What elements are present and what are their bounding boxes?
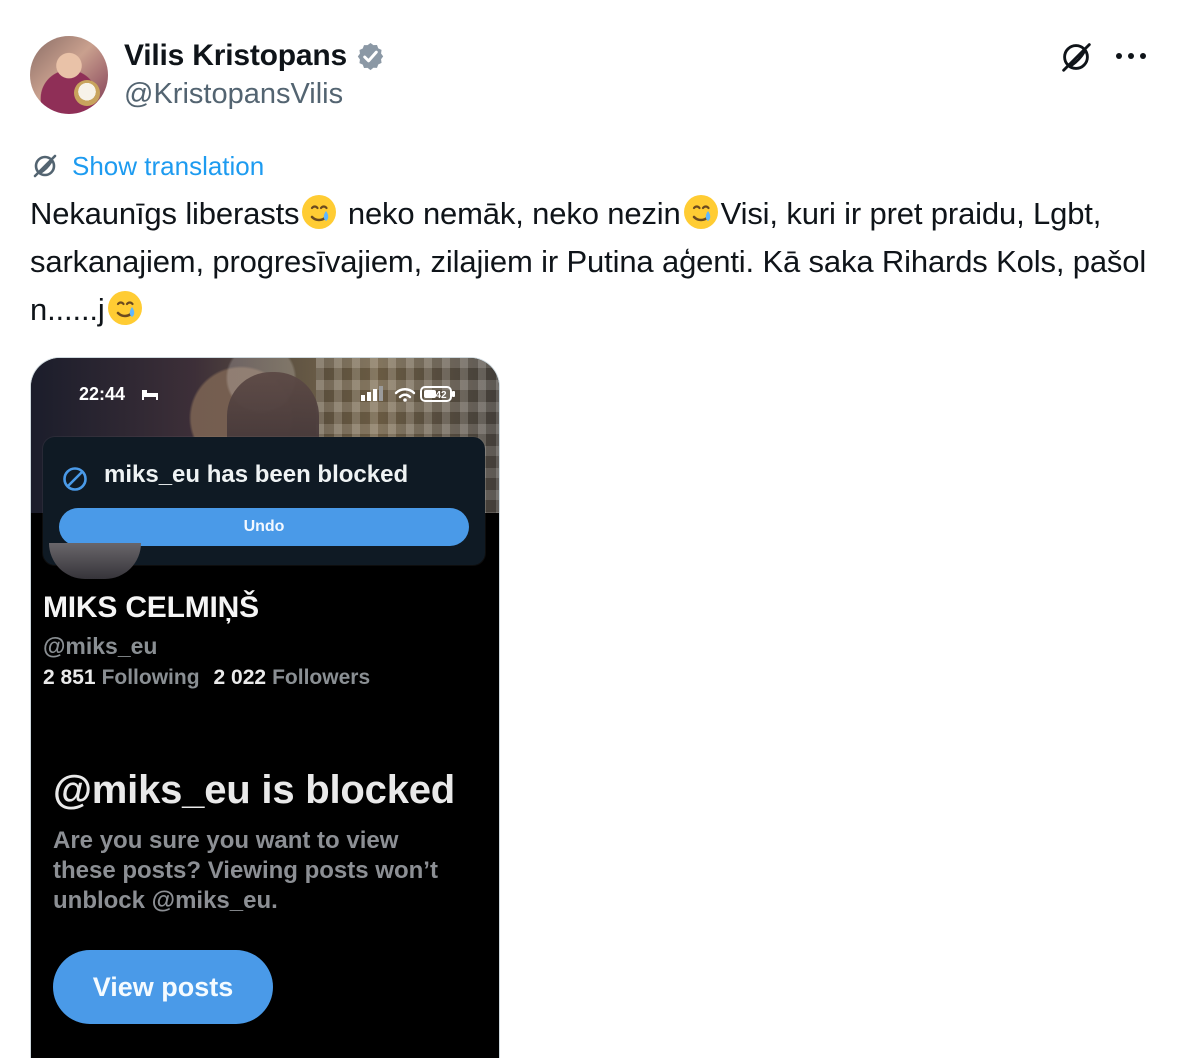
status-time: 22:44	[79, 384, 126, 404]
view-posts-button[interactable]: View posts	[53, 950, 273, 1024]
following-count: 2 851	[43, 666, 96, 689]
followers-count: 2 022	[213, 666, 267, 689]
status-icons: 42	[361, 386, 455, 402]
block-icon	[63, 467, 87, 491]
author-avatar[interactable]	[30, 36, 108, 114]
post-image-screenshot[interactable]: 22:44 42 miks_eu has been blocked Undo M…	[30, 357, 500, 1058]
undo-button[interactable]: Undo	[59, 508, 469, 546]
translation-icon	[33, 154, 57, 178]
post-text-part-1: Nekaunīgs liberasts	[30, 196, 300, 231]
followers-label: Followers	[272, 666, 371, 689]
more-icon[interactable]	[1115, 50, 1147, 62]
profile-avatar	[49, 543, 141, 579]
post-text: Nekaunīgs liberasts neko nemāk, neko nez…	[30, 190, 1170, 334]
grok-icon[interactable]	[1057, 38, 1095, 76]
profile-name: MIKS CELMIŅŠ	[43, 591, 259, 624]
avatar-dog	[74, 80, 100, 106]
author-handle[interactable]: @KristopansVilis	[124, 78, 343, 111]
blocked-description: Are you sure you want to view these post…	[53, 827, 438, 914]
show-translation-link[interactable]: Show translation	[72, 151, 264, 182]
smiling-face-with-tear-icon	[107, 291, 142, 325]
verified-badge-icon	[357, 42, 384, 71]
profile-handle: @miks_eu	[43, 633, 158, 659]
smiling-face-with-tear-icon	[683, 195, 718, 229]
smiling-face-with-tear-icon	[302, 195, 337, 229]
profile-stats: 2 851 Following 2 022 Followers	[43, 666, 370, 690]
bed-icon	[142, 390, 158, 400]
following-label: Following	[101, 666, 200, 689]
blocked-title: @miks_eu is blocked	[53, 768, 456, 812]
author-name[interactable]: Vilis Kristopans	[124, 39, 347, 73]
battery-level: 42	[435, 390, 447, 401]
blocked-toast-message: miks_eu has been blocked	[104, 461, 409, 488]
post-text-part-2: neko nemāk, neko nezin	[339, 196, 681, 231]
